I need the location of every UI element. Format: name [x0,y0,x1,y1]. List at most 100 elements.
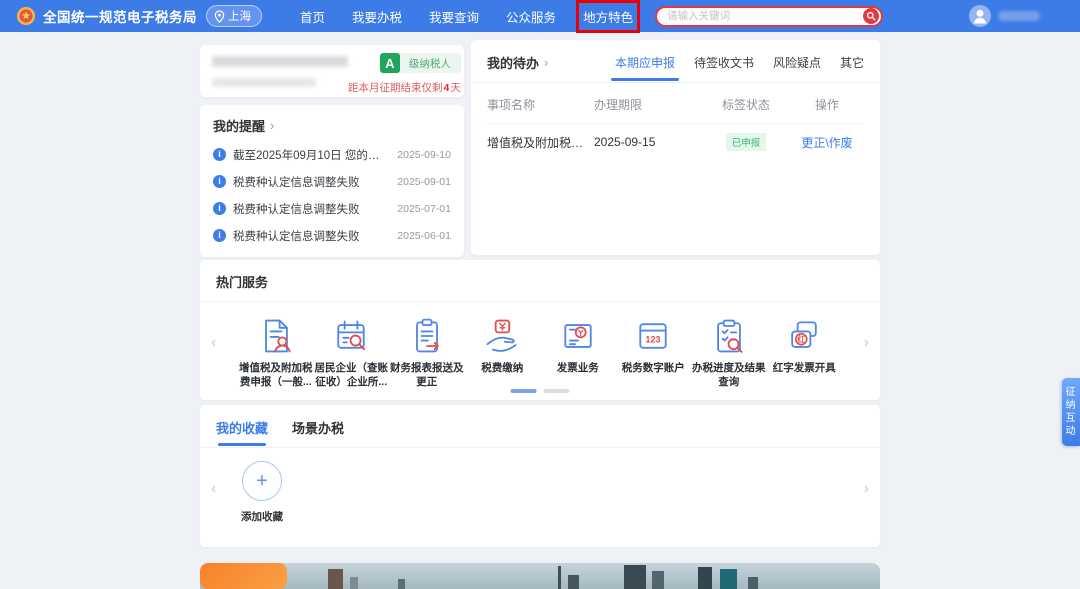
reminder-item[interactable]: i 税费种认定信息调整失败 2025-06-01 [213,222,451,249]
red-invoice-char-glyph: 红 [798,334,806,344]
reminder-text: 税费种认定信息调整失败 [233,228,390,244]
search-icon [866,11,876,21]
taxpayer-profile-card: A 级纳税人 距本月征期结束仅剩4天 [200,45,464,97]
plus-icon[interactable]: + [242,461,282,501]
avatar[interactable] [969,5,991,27]
status-badge: 已申报 [726,133,767,151]
banner-building [350,577,358,589]
search-box [655,6,883,27]
reminders-card: 我的提醒 › i 截至2025年09月10日 您的企业有待... 2025-09… [200,105,464,257]
banner-building [398,579,405,589]
info-icon: i [213,202,226,215]
brand-title: 全国统一规范电子税务局 [43,6,197,26]
reminder-date: 2025-09-01 [397,176,451,188]
todo-tabs: 本期应申报 待签收文书 风险疑点 其它 [615,54,864,71]
countdown-prefix: 距本月征期结束仅剩 [348,82,443,94]
banner-building [652,571,664,589]
service-resident-enterprise-income[interactable]: 居民企业（查账征收）企业所... [314,316,390,389]
service-digital-account[interactable]: 123 税务数字账户 [616,316,692,389]
rating-grade: A [380,53,400,73]
hot-services-card: 热门服务 ‹ › 增值税及附加税费申报（一般... [200,260,880,400]
tab-current-declaration[interactable]: 本期应申报 [615,54,675,71]
reminder-item[interactable]: i 税费种认定信息调整失败 2025-09-01 [213,168,451,195]
banner-building [558,566,561,589]
reminder-item[interactable]: i 截至2025年09月10日 您的企业有待... 2025-09-10 [213,141,451,168]
interaction-float-tab[interactable]: 征纳互动 [1062,378,1080,446]
tab-scenario-tax[interactable]: 场景办税 [292,418,344,437]
service-label: 居民企业（查账征收）企业所... [314,361,390,389]
countdown-days: 4 [444,82,450,94]
tax-bureau-logo [16,6,36,26]
brand[interactable]: 全国统一规范电子税务局 [16,6,197,26]
rating-label: 级纳税人 [400,56,461,71]
reminder-item[interactable]: i 税费种认定信息调整失败 2025-07-01 [213,195,451,222]
invoice-stamp-icon [558,316,598,356]
promo-banner[interactable] [200,563,880,589]
todo-table-header: 事项名称 办理期限 标签状态 操作 [487,83,864,123]
banner-orange-graphic [200,563,287,589]
todo-card: 我的待办 › 本期应申报 待签收文书 风险疑点 其它 事项名称 办理期限 标签状… [471,40,880,255]
reminder-text: 税费种认定信息调整失败 [233,201,390,217]
nav-item-local-features[interactable]: 地方特色 [583,7,633,26]
service-vat-declaration[interactable]: 增值税及附加税费申报（一般... [238,316,314,389]
tab-others[interactable]: 其它 [840,54,864,71]
location-pin-icon [214,10,225,23]
yen-hand-icon [482,316,522,356]
banner-building [624,565,646,589]
carousel-prev-icon[interactable]: ‹ [211,335,216,351]
document-person-icon [256,316,296,356]
todo-title: 我的待办 [487,53,539,72]
divider [200,301,880,302]
correct-void-link[interactable]: 更正\作废 [801,136,852,150]
todo-item-name: 增值税及附加税费申报（一般纳税人适... [487,134,594,151]
reminders-more-arrow[interactable]: › [270,118,274,133]
col-status: 标签状态 [702,96,790,113]
todo-more-arrow[interactable]: › [544,55,548,70]
username-blurred [998,11,1040,21]
carousel-next-icon[interactable]: › [864,335,869,351]
carousel-dot-active[interactable] [511,389,537,393]
carousel-dot[interactable] [544,389,570,393]
service-label: 财务报表报送及更正 [389,361,465,389]
hot-services-title: 热门服务 [216,272,268,291]
col-deadline: 办理期限 [594,96,702,113]
tab-documents-to-sign[interactable]: 待签收文书 [694,54,754,71]
reminders-list: i 截至2025年09月10日 您的企业有待... 2025-09-10 i 税… [213,141,451,249]
service-invoice-business[interactable]: 发票业务 [540,316,616,389]
col-item-name: 事项名称 [487,96,594,113]
location-label: 上海 [228,8,251,24]
tab-risk-points[interactable]: 风险疑点 [773,54,821,71]
nav-item-handle-tax[interactable]: 我要办税 [352,7,402,26]
taxpayer-rating-badge[interactable]: A 级纳税人 [380,53,461,73]
reminder-date: 2025-07-01 [397,203,451,215]
favorites-prev-icon[interactable]: ‹ [211,481,216,497]
search-button[interactable] [863,8,879,24]
col-action: 操作 [790,96,864,113]
service-label: 税务数字账户 [622,361,685,375]
nav-item-public-service[interactable]: 公众服务 [506,7,556,26]
service-progress-query[interactable]: 办税进度及结果查询 [691,316,767,389]
search-input[interactable] [667,10,863,22]
nav-item-home[interactable]: 首页 [300,7,325,26]
digital-account-icon: 123 [633,316,673,356]
service-financial-report[interactable]: 财务报表报送及更正 [389,316,465,389]
service-tax-payment[interactable]: 税费缴纳 [465,316,541,389]
page-content: A 级纳税人 距本月征期结束仅剩4天 我的提醒 › i 截至2025年09月10… [200,40,880,589]
reminder-date: 2025-06-01 [397,230,451,242]
nav-item-query[interactable]: 我要查询 [429,7,479,26]
table-row: 增值税及附加税费申报（一般纳税人适... 2025-09-15 已申报 更正\作… [487,123,864,160]
location-badge[interactable]: 上海 [206,5,262,27]
service-red-invoice[interactable]: 红 红字发票开具 [767,316,843,389]
countdown-suffix: 天 [450,82,461,94]
main-nav: 首页 我要办税 我要查询 公众服务 地方特色 [300,7,633,26]
tab-my-favorites[interactable]: 我的收藏 [216,418,268,437]
company-name-blurred [212,53,348,89]
info-icon: i [213,148,226,161]
favorites-next-icon[interactable]: › [864,481,869,497]
favorites-card: 我的收藏 场景办税 ‹ › + 添加收藏 [200,405,880,547]
service-label: 税费缴纳 [481,361,523,375]
digital-account-123-glyph: 123 [646,334,661,344]
add-favorite[interactable]: + 添加收藏 [240,461,284,524]
calendar-magnifier-icon [331,316,371,356]
filing-deadline-countdown: 距本月征期结束仅剩4天 [348,80,461,95]
